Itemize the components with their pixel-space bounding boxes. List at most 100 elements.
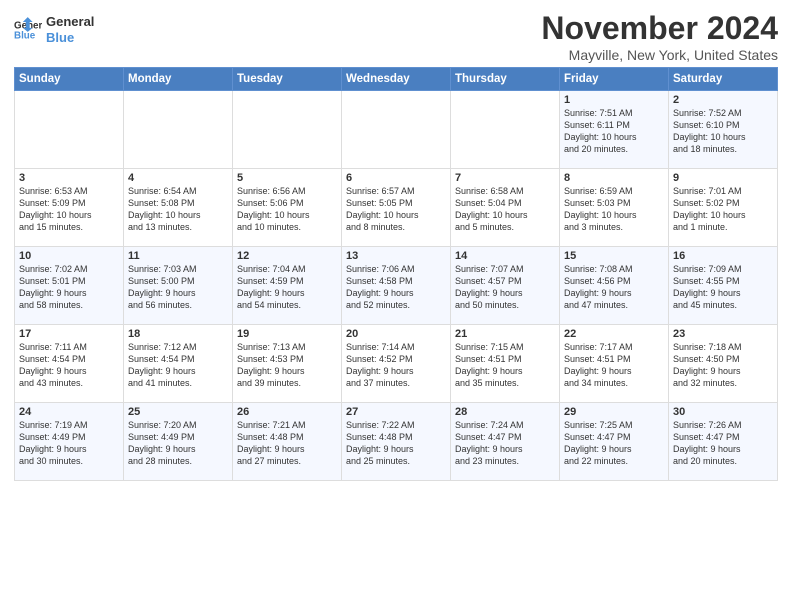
weekday-header-wednesday: Wednesday	[342, 68, 451, 91]
logo-text: GeneralBlue	[46, 14, 94, 45]
day-info: Sunrise: 7:26 AM Sunset: 4:47 PM Dayligh…	[673, 419, 773, 468]
day-number: 9	[673, 172, 773, 184]
day-info: Sunrise: 7:11 AM Sunset: 4:54 PM Dayligh…	[19, 341, 119, 390]
day-info: Sunrise: 7:22 AM Sunset: 4:48 PM Dayligh…	[346, 419, 446, 468]
day-number: 11	[128, 250, 228, 262]
month-title: November 2024	[541, 10, 778, 47]
weekday-header-row: SundayMondayTuesdayWednesdayThursdayFrid…	[15, 68, 778, 91]
day-info: Sunrise: 6:56 AM Sunset: 5:06 PM Dayligh…	[237, 185, 337, 234]
day-info: Sunrise: 7:07 AM Sunset: 4:57 PM Dayligh…	[455, 263, 555, 312]
weekday-header-sunday: Sunday	[15, 68, 124, 91]
day-info: Sunrise: 7:17 AM Sunset: 4:51 PM Dayligh…	[564, 341, 664, 390]
day-number: 15	[564, 250, 664, 262]
calendar-cell: 17Sunrise: 7:11 AM Sunset: 4:54 PM Dayli…	[15, 325, 124, 403]
calendar-cell	[124, 91, 233, 169]
calendar-cell: 8Sunrise: 6:59 AM Sunset: 5:03 PM Daylig…	[560, 169, 669, 247]
day-info: Sunrise: 7:01 AM Sunset: 5:02 PM Dayligh…	[673, 185, 773, 234]
title-block: November 2024 Mayville, New York, United…	[541, 10, 778, 63]
day-number: 8	[564, 172, 664, 184]
weekday-header-friday: Friday	[560, 68, 669, 91]
day-info: Sunrise: 7:19 AM Sunset: 4:49 PM Dayligh…	[19, 419, 119, 468]
day-number: 23	[673, 328, 773, 340]
calendar-week-row: 10Sunrise: 7:02 AM Sunset: 5:01 PM Dayli…	[15, 247, 778, 325]
day-number: 4	[128, 172, 228, 184]
day-info: Sunrise: 6:59 AM Sunset: 5:03 PM Dayligh…	[564, 185, 664, 234]
calendar-cell: 28Sunrise: 7:24 AM Sunset: 4:47 PM Dayli…	[451, 403, 560, 481]
day-number: 27	[346, 406, 446, 418]
day-number: 20	[346, 328, 446, 340]
calendar-cell: 22Sunrise: 7:17 AM Sunset: 4:51 PM Dayli…	[560, 325, 669, 403]
calendar-week-row: 24Sunrise: 7:19 AM Sunset: 4:49 PM Dayli…	[15, 403, 778, 481]
calendar-cell: 30Sunrise: 7:26 AM Sunset: 4:47 PM Dayli…	[669, 403, 778, 481]
calendar-cell	[451, 91, 560, 169]
calendar-cell: 14Sunrise: 7:07 AM Sunset: 4:57 PM Dayli…	[451, 247, 560, 325]
day-number: 7	[455, 172, 555, 184]
day-number: 12	[237, 250, 337, 262]
calendar-cell: 25Sunrise: 7:20 AM Sunset: 4:49 PM Dayli…	[124, 403, 233, 481]
header: General Blue GeneralBlue November 2024 M…	[14, 10, 778, 63]
day-number: 2	[673, 94, 773, 106]
calendar-cell: 13Sunrise: 7:06 AM Sunset: 4:58 PM Dayli…	[342, 247, 451, 325]
calendar-cell: 6Sunrise: 6:57 AM Sunset: 5:05 PM Daylig…	[342, 169, 451, 247]
calendar-cell	[15, 91, 124, 169]
day-number: 3	[19, 172, 119, 184]
calendar-table: SundayMondayTuesdayWednesdayThursdayFrid…	[14, 67, 778, 481]
calendar-cell: 11Sunrise: 7:03 AM Sunset: 5:00 PM Dayli…	[124, 247, 233, 325]
day-info: Sunrise: 7:52 AM Sunset: 6:10 PM Dayligh…	[673, 107, 773, 156]
day-info: Sunrise: 7:04 AM Sunset: 4:59 PM Dayligh…	[237, 263, 337, 312]
calendar-cell: 12Sunrise: 7:04 AM Sunset: 4:59 PM Dayli…	[233, 247, 342, 325]
logo: General Blue GeneralBlue	[14, 14, 94, 45]
day-number: 13	[346, 250, 446, 262]
calendar-cell: 16Sunrise: 7:09 AM Sunset: 4:55 PM Dayli…	[669, 247, 778, 325]
calendar-cell: 23Sunrise: 7:18 AM Sunset: 4:50 PM Dayli…	[669, 325, 778, 403]
weekday-header-thursday: Thursday	[451, 68, 560, 91]
day-number: 29	[564, 406, 664, 418]
day-number: 30	[673, 406, 773, 418]
day-info: Sunrise: 7:51 AM Sunset: 6:11 PM Dayligh…	[564, 107, 664, 156]
day-number: 21	[455, 328, 555, 340]
day-number: 6	[346, 172, 446, 184]
weekday-header-monday: Monday	[124, 68, 233, 91]
weekday-header-saturday: Saturday	[669, 68, 778, 91]
day-info: Sunrise: 7:13 AM Sunset: 4:53 PM Dayligh…	[237, 341, 337, 390]
day-info: Sunrise: 7:24 AM Sunset: 4:47 PM Dayligh…	[455, 419, 555, 468]
day-info: Sunrise: 7:02 AM Sunset: 5:01 PM Dayligh…	[19, 263, 119, 312]
day-number: 14	[455, 250, 555, 262]
calendar-cell: 26Sunrise: 7:21 AM Sunset: 4:48 PM Dayli…	[233, 403, 342, 481]
day-info: Sunrise: 7:14 AM Sunset: 4:52 PM Dayligh…	[346, 341, 446, 390]
day-info: Sunrise: 7:12 AM Sunset: 4:54 PM Dayligh…	[128, 341, 228, 390]
day-number: 1	[564, 94, 664, 106]
calendar-cell: 18Sunrise: 7:12 AM Sunset: 4:54 PM Dayli…	[124, 325, 233, 403]
day-info: Sunrise: 6:58 AM Sunset: 5:04 PM Dayligh…	[455, 185, 555, 234]
calendar-cell: 19Sunrise: 7:13 AM Sunset: 4:53 PM Dayli…	[233, 325, 342, 403]
calendar-cell: 1Sunrise: 7:51 AM Sunset: 6:11 PM Daylig…	[560, 91, 669, 169]
day-number: 19	[237, 328, 337, 340]
logo-icon: General Blue	[14, 16, 42, 44]
svg-text:Blue: Blue	[14, 30, 36, 41]
calendar-cell: 5Sunrise: 6:56 AM Sunset: 5:06 PM Daylig…	[233, 169, 342, 247]
day-info: Sunrise: 7:09 AM Sunset: 4:55 PM Dayligh…	[673, 263, 773, 312]
calendar-cell: 27Sunrise: 7:22 AM Sunset: 4:48 PM Dayli…	[342, 403, 451, 481]
day-info: Sunrise: 7:21 AM Sunset: 4:48 PM Dayligh…	[237, 419, 337, 468]
day-number: 10	[19, 250, 119, 262]
weekday-header-tuesday: Tuesday	[233, 68, 342, 91]
day-info: Sunrise: 7:18 AM Sunset: 4:50 PM Dayligh…	[673, 341, 773, 390]
page-container: General Blue GeneralBlue November 2024 M…	[0, 0, 792, 489]
calendar-week-row: 3Sunrise: 6:53 AM Sunset: 5:09 PM Daylig…	[15, 169, 778, 247]
calendar-cell	[233, 91, 342, 169]
calendar-body: 1Sunrise: 7:51 AM Sunset: 6:11 PM Daylig…	[15, 91, 778, 481]
day-number: 5	[237, 172, 337, 184]
day-info: Sunrise: 6:53 AM Sunset: 5:09 PM Dayligh…	[19, 185, 119, 234]
day-number: 24	[19, 406, 119, 418]
calendar-cell	[342, 91, 451, 169]
calendar-cell: 20Sunrise: 7:14 AM Sunset: 4:52 PM Dayli…	[342, 325, 451, 403]
day-info: Sunrise: 7:15 AM Sunset: 4:51 PM Dayligh…	[455, 341, 555, 390]
day-info: Sunrise: 6:54 AM Sunset: 5:08 PM Dayligh…	[128, 185, 228, 234]
calendar-cell: 3Sunrise: 6:53 AM Sunset: 5:09 PM Daylig…	[15, 169, 124, 247]
calendar-cell: 4Sunrise: 6:54 AM Sunset: 5:08 PM Daylig…	[124, 169, 233, 247]
day-info: Sunrise: 7:25 AM Sunset: 4:47 PM Dayligh…	[564, 419, 664, 468]
calendar-cell: 15Sunrise: 7:08 AM Sunset: 4:56 PM Dayli…	[560, 247, 669, 325]
calendar-cell: 9Sunrise: 7:01 AM Sunset: 5:02 PM Daylig…	[669, 169, 778, 247]
day-number: 17	[19, 328, 119, 340]
day-number: 26	[237, 406, 337, 418]
